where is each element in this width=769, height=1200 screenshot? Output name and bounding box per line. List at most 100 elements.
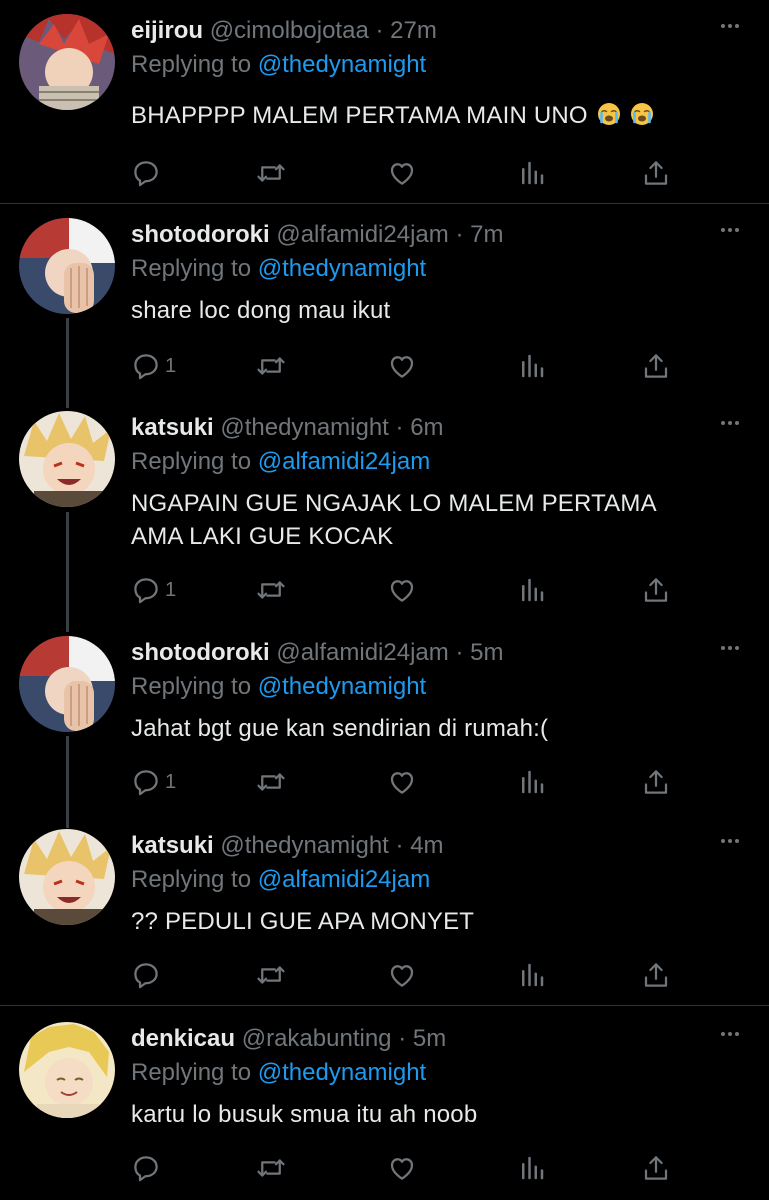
- views-button[interactable]: [517, 765, 547, 799]
- reply-button[interactable]: [131, 1151, 165, 1185]
- more-icon[interactable]: [718, 1022, 742, 1046]
- like-icon: [387, 575, 417, 605]
- share-button[interactable]: [641, 958, 671, 992]
- replying-label: Replying to: [131, 866, 252, 893]
- mention-link[interactable]: @thedynamight: [258, 1059, 426, 1086]
- display-name[interactable]: katsuki: [131, 832, 214, 859]
- more-icon[interactable]: [718, 14, 742, 38]
- username[interactable]: @thedynamight: [220, 414, 388, 441]
- separator: ·: [455, 221, 464, 248]
- username[interactable]: @thedynamight: [220, 832, 388, 859]
- views-button[interactable]: [517, 573, 547, 607]
- avatar[interactable]: [19, 1022, 115, 1118]
- share-button[interactable]: [641, 156, 671, 190]
- separator: ·: [395, 414, 404, 441]
- retweet-button[interactable]: [256, 349, 286, 383]
- reply-count: 1: [165, 770, 177, 793]
- separator: ·: [398, 1025, 407, 1052]
- retweet-button[interactable]: [256, 765, 286, 799]
- username[interactable]: @alfamidi24jam: [276, 221, 448, 248]
- views-button[interactable]: [517, 958, 547, 992]
- retweet-icon: [256, 767, 286, 797]
- views-icon: [517, 1153, 547, 1183]
- reply-icon: [131, 351, 161, 381]
- reply-button[interactable]: 1: [131, 349, 176, 383]
- replying-label: Replying to: [131, 448, 252, 475]
- separator: ·: [395, 832, 404, 859]
- display-name[interactable]: katsuki: [131, 414, 214, 441]
- retweet-button[interactable]: [256, 156, 286, 190]
- share-button[interactable]: [641, 573, 671, 607]
- timestamp[interactable]: 7m: [470, 221, 503, 248]
- retweet-icon: [256, 960, 286, 990]
- retweet-button[interactable]: [256, 573, 286, 607]
- share-button[interactable]: [641, 765, 671, 799]
- tweet[interactable]: katsuki @thedynamight · 6m Replying to @…: [0, 397, 769, 621]
- like-icon: [387, 351, 417, 381]
- share-button[interactable]: [641, 1151, 671, 1185]
- display-name[interactable]: eijirou: [131, 17, 203, 44]
- retweet-icon: [256, 575, 286, 605]
- more-icon[interactable]: [718, 218, 742, 242]
- retweet-button[interactable]: [256, 1151, 286, 1185]
- divider: [0, 1005, 769, 1006]
- reply-button[interactable]: 1: [131, 573, 176, 607]
- mention-link[interactable]: @thedynamight: [258, 673, 426, 700]
- retweet-icon: [256, 351, 286, 381]
- tweet-header: shotodoroki @alfamidi24jam · 5m: [131, 636, 503, 670]
- like-button[interactable]: [387, 156, 417, 190]
- tweet[interactable]: katsuki @thedynamight · 4m Replying to @…: [0, 815, 769, 1005]
- like-icon: [387, 1153, 417, 1183]
- username[interactable]: @cimolbojotaa: [210, 17, 369, 44]
- tweet[interactable]: eijirou @cimolbojotaa · 27m Replying to …: [0, 0, 769, 203]
- share-button[interactable]: [641, 349, 671, 383]
- views-button[interactable]: [517, 156, 547, 190]
- more-icon[interactable]: [718, 829, 742, 853]
- like-button[interactable]: [387, 958, 417, 992]
- share-icon: [641, 351, 671, 381]
- timestamp[interactable]: 27m: [390, 17, 437, 44]
- avatar[interactable]: [19, 829, 115, 925]
- reply-button[interactable]: [131, 156, 165, 190]
- avatar[interactable]: [19, 411, 115, 507]
- tweet-text: NGAPAIN GUE NGAJAK LO MALEM PERTAMA AMA …: [131, 487, 701, 553]
- views-button[interactable]: [517, 1151, 547, 1185]
- timestamp[interactable]: 5m: [470, 639, 503, 666]
- like-button[interactable]: [387, 1151, 417, 1185]
- like-button[interactable]: [387, 349, 417, 383]
- views-button[interactable]: [517, 349, 547, 383]
- more-icon[interactable]: [718, 636, 742, 660]
- display-name[interactable]: denkicau: [131, 1025, 235, 1052]
- timestamp[interactable]: 6m: [410, 414, 443, 441]
- avatar[interactable]: [19, 218, 115, 314]
- more-icon[interactable]: [718, 411, 742, 435]
- avatar[interactable]: [19, 14, 115, 110]
- retweet-button[interactable]: [256, 958, 286, 992]
- replying-to: Replying to @thedynamight: [131, 252, 426, 286]
- like-button[interactable]: [387, 765, 417, 799]
- tweet[interactable]: shotodoroki @alfamidi24jam · 7m Replying…: [0, 204, 769, 396]
- timestamp[interactable]: 5m: [413, 1025, 446, 1052]
- mention-link[interactable]: @thedynamight: [258, 51, 426, 78]
- reply-button[interactable]: 1: [131, 765, 176, 799]
- tweet-header: denkicau @rakabunting · 5m: [131, 1022, 446, 1056]
- replying-label: Replying to: [131, 673, 252, 700]
- replying-label: Replying to: [131, 1059, 252, 1086]
- reply-count: 1: [165, 354, 177, 377]
- tweet[interactable]: shotodoroki @alfamidi24jam · 5m Replying…: [0, 622, 769, 814]
- username[interactable]: @alfamidi24jam: [276, 639, 448, 666]
- tweet[interactable]: denkicau @rakabunting · 5m Replying to @…: [0, 1008, 769, 1200]
- like-button[interactable]: [387, 573, 417, 607]
- reply-button[interactable]: [131, 958, 165, 992]
- share-icon: [641, 575, 671, 605]
- mention-link[interactable]: @alfamidi24jam: [258, 448, 430, 475]
- tweet-text-content: BHAPPPP MALEM PERTAMA MAIN UNO: [131, 102, 588, 129]
- timestamp[interactable]: 4m: [410, 832, 443, 859]
- share-icon: [641, 767, 671, 797]
- mention-link[interactable]: @thedynamight: [258, 255, 426, 282]
- mention-link[interactable]: @alfamidi24jam: [258, 866, 430, 893]
- username[interactable]: @rakabunting: [242, 1025, 392, 1052]
- display-name[interactable]: shotodoroki: [131, 639, 270, 666]
- avatar[interactable]: [19, 636, 115, 732]
- display-name[interactable]: shotodoroki: [131, 221, 270, 248]
